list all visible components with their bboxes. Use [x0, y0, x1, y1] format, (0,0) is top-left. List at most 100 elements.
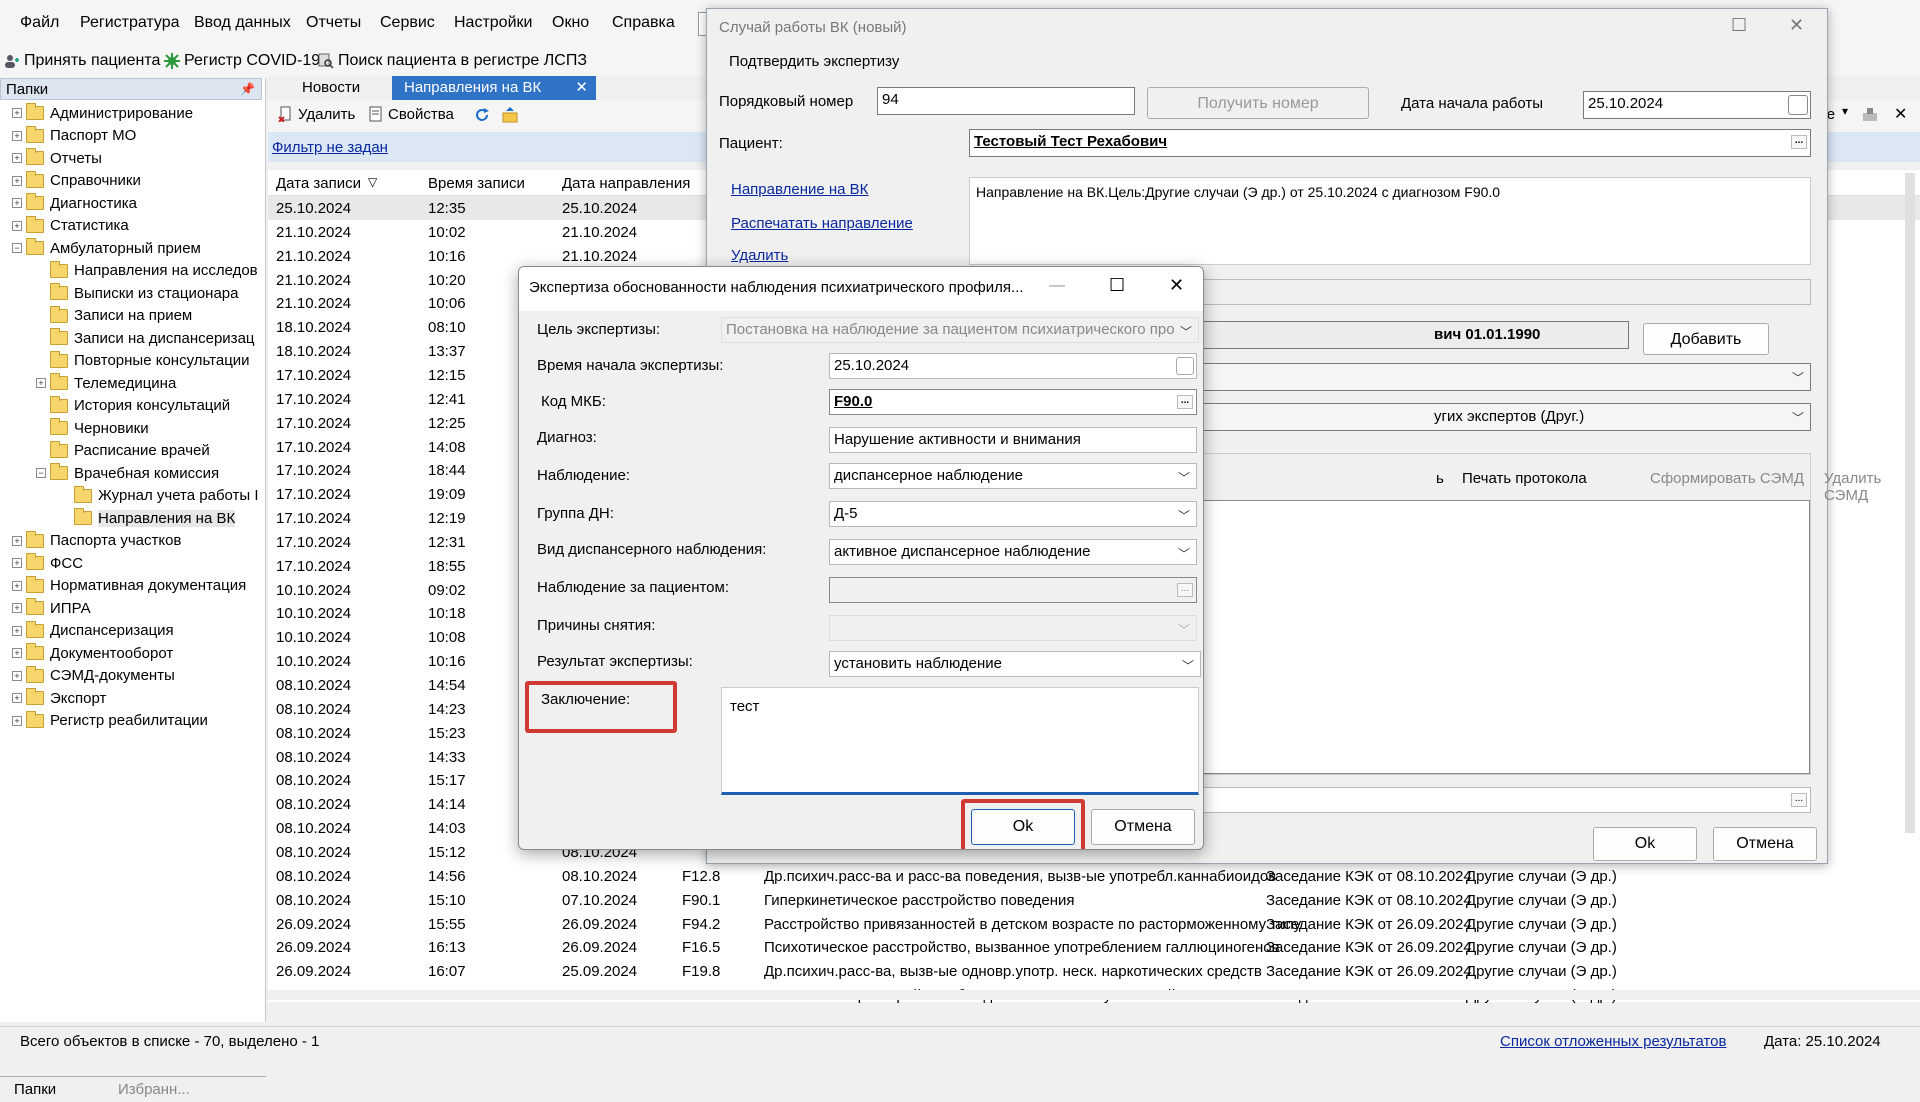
delete-semd-button[interactable]: Удалить СЭМД: [1824, 470, 1881, 504]
picker-button[interactable]: ...: [1791, 793, 1807, 807]
patient-observation-field[interactable]: ...: [829, 577, 1197, 603]
collapse-icon[interactable]: −: [36, 468, 46, 478]
menu-service[interactable]: Сервис: [380, 14, 435, 32]
tab-vk-referrals[interactable]: Направления на ВК ✕: [392, 76, 596, 100]
mkb-picker-button[interactable]: ...: [1177, 395, 1193, 409]
result-select[interactable]: установить наблюдение ﹀: [829, 651, 1201, 677]
delete-referral-link[interactable]: Удалить: [731, 247, 788, 264]
expand-icon[interactable]: +: [12, 535, 22, 546]
maximize-icon[interactable]: ☐: [1731, 15, 1747, 36]
print-protocol-button[interactable]: Печать протокола: [1462, 470, 1587, 487]
delete-button[interactable]: Удалить: [278, 106, 355, 123]
tree-item[interactable]: + Администрирование: [12, 102, 193, 124]
tree-item[interactable]: Выписки из стационара: [36, 282, 239, 304]
add-button[interactable]: Добавить: [1643, 323, 1769, 355]
menu-help[interactable]: Справка: [612, 14, 675, 32]
tree-item[interactable]: + Справочники: [12, 170, 141, 192]
print-referral-link[interactable]: Распечатать направление: [731, 215, 913, 232]
deferred-results-link[interactable]: Список отложенных результатов: [1500, 1033, 1726, 1050]
tree-item[interactable]: + СЭМД-документы: [12, 665, 175, 687]
col-record-date[interactable]: Дата записи: [276, 175, 361, 192]
search-lspz-button[interactable]: Поиск пациента в регистре ЛСПЗ: [318, 52, 587, 70]
tree-item[interactable]: + Регистр реабилитации: [12, 710, 208, 732]
expand-icon[interactable]: +: [12, 108, 22, 118]
expand-icon[interactable]: +: [12, 130, 22, 141]
tree-item[interactable]: + Паспорта участков: [12, 530, 181, 552]
expand-icon[interactable]: +: [36, 378, 46, 388]
tree-item[interactable]: Направления на ВК: [60, 507, 236, 529]
diagnosis-field[interactable]: Нарушение активности и внимания: [829, 427, 1197, 453]
expand-icon[interactable]: +: [12, 580, 22, 591]
folder-upload-icon[interactable]: [502, 107, 518, 123]
col-referral-date[interactable]: Дата направления: [562, 175, 690, 192]
referral-link[interactable]: Направление на ВК: [731, 181, 868, 198]
observation-select[interactable]: диспансерное наблюдение ﹀: [829, 463, 1197, 489]
table-row[interactable]: 08.10.2024 14:56 08.10.2024 F12.8 Др.психич.…: [268, 864, 1920, 888]
confirm-expertise-button[interactable]: Подтвердить экспертизу: [729, 53, 899, 70]
tools-icon[interactable]: [1862, 106, 1878, 122]
maximize-icon[interactable]: ☐: [1109, 275, 1125, 296]
sort-desc-icon[interactable]: ▽: [368, 175, 377, 189]
tree-item[interactable]: + Отчеты: [12, 147, 102, 169]
close-dialog-icon[interactable]: ✕: [1169, 275, 1184, 296]
expand-icon[interactable]: +: [12, 715, 22, 726]
menu-registry[interactable]: Регистратура: [80, 14, 180, 32]
dn-kind-select[interactable]: активное диспансерное наблюдение ﹀: [829, 539, 1197, 565]
tree-item[interactable]: + Диагностика: [12, 192, 137, 214]
conclusion-textarea[interactable]: тест: [721, 687, 1199, 795]
expand-icon[interactable]: +: [12, 693, 22, 703]
expand-icon[interactable]: +: [12, 603, 22, 613]
close-tab-icon[interactable]: ✕: [575, 78, 588, 96]
expand-icon[interactable]: +: [12, 175, 22, 186]
menu-file[interactable]: Файл: [20, 14, 59, 32]
minimize-icon[interactable]: —: [1049, 277, 1065, 295]
vk-scrollbar[interactable]: [1905, 173, 1915, 833]
collapse-icon[interactable]: −: [12, 243, 22, 253]
vk-cancel-button[interactable]: Отмена: [1713, 827, 1817, 861]
patient-observation-picker[interactable]: ...: [1177, 583, 1193, 597]
menu-reports[interactable]: Отчеты: [306, 14, 361, 32]
expand-icon[interactable]: +: [12, 153, 22, 163]
tree-item[interactable]: + Нормативная документация: [12, 575, 246, 597]
calendar-icon[interactable]: [1176, 357, 1194, 375]
accept-patient-button[interactable]: Принять пациента: [4, 52, 160, 70]
close-icon[interactable]: ✕: [1894, 104, 1907, 124]
mkb-field[interactable]: F90.0...: [829, 389, 1197, 415]
form-semd-button[interactable]: Сформировать СЭМД: [1650, 470, 1804, 487]
tree-item[interactable]: Направления на исследов: [36, 260, 258, 282]
tree-item[interactable]: Записи на прием: [36, 305, 192, 327]
seq-number-field[interactable]: 94: [877, 87, 1135, 115]
tree-item[interactable]: Журнал учета работы I: [60, 485, 259, 507]
tree-item[interactable]: + ФСС: [12, 552, 83, 574]
expand-icon[interactable]: +: [12, 625, 22, 636]
get-number-button[interactable]: Получить номер: [1147, 87, 1369, 119]
filter-link[interactable]: Фильтр не задан: [272, 139, 388, 156]
menu-window[interactable]: Окно: [552, 14, 589, 32]
dialog-ok-button[interactable]: Ok: [971, 809, 1075, 845]
expand-icon[interactable]: +: [12, 648, 22, 658]
dropdown-arrow-icon[interactable]: ▾: [1842, 104, 1848, 118]
menu-settings[interactable]: Настройки: [454, 14, 532, 32]
table-row[interactable]: 26.09.2024 15:55 26.09.2024 F94.2 Расстройст…: [268, 912, 1920, 936]
tree-item[interactable]: Расписание врачей: [36, 440, 210, 462]
tree-item[interactable]: Повторные консультации: [36, 350, 250, 372]
tree-item[interactable]: Черновики: [36, 417, 149, 439]
properties-button[interactable]: Свойства: [368, 106, 454, 123]
table-row[interactable]: 26.09.2024 16:13 26.09.2024 F16.5 Психотичес…: [268, 935, 1920, 959]
dialog-cancel-button[interactable]: Отмена: [1091, 809, 1195, 845]
expand-icon[interactable]: +: [12, 198, 22, 208]
tree-item[interactable]: + Экспорт: [12, 687, 106, 709]
patient-field[interactable]: Тестовый Тест Рехабович ...: [969, 129, 1811, 157]
tree-item[interactable]: + Статистика: [12, 215, 129, 237]
covid-register-button[interactable]: Регистр COVID-19: [164, 52, 320, 70]
tree-item[interactable]: + Телемедицина: [36, 372, 176, 394]
tree-item[interactable]: + ИПРА: [12, 597, 91, 619]
tree-item[interactable]: Записи на диспансеризац: [36, 327, 255, 349]
patient-picker-button[interactable]: ...: [1791, 135, 1807, 149]
expand-icon[interactable]: +: [12, 220, 22, 231]
tree-item[interactable]: + Документооборот: [12, 642, 173, 664]
tab-folders[interactable]: Папки: [14, 1081, 56, 1098]
removal-reasons-select[interactable]: ﹀: [829, 615, 1197, 641]
tree-item[interactable]: − Амбулаторный прием: [12, 237, 201, 259]
table-row[interactable]: 08.10.2024 15:10 07.10.2024 F90.1 Гиперкинет…: [268, 888, 1920, 912]
